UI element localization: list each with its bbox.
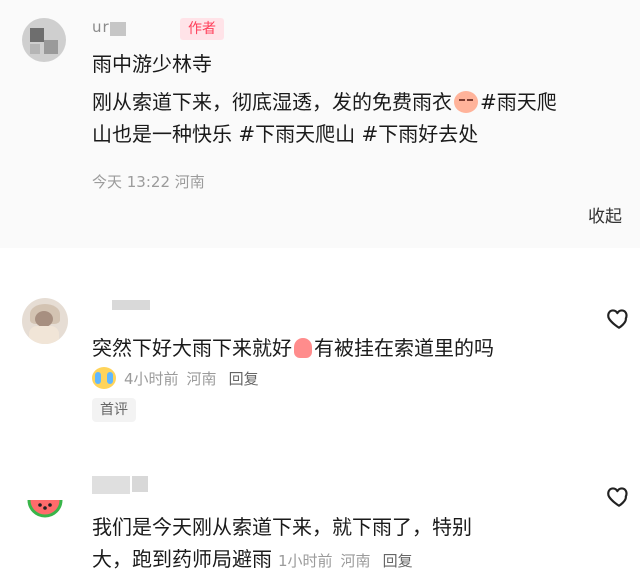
post-body-line: 刚从索道下来，彻底湿透，发的免费雨衣 #雨天爬 xyxy=(92,88,557,116)
post-container: ur 作者 雨中游少林寺 刚从索道下来，彻底湿透，发的免费雨衣 #雨天爬 山也是一… xyxy=(0,0,640,248)
author-badge: 作者 xyxy=(180,18,224,40)
sad-face-icon xyxy=(454,91,478,113)
hashtag-partial[interactable]: #雨天爬 xyxy=(480,90,557,114)
watermelon-icon xyxy=(22,480,68,526)
first-comment-badge: 首评 xyxy=(92,398,136,422)
reply-button[interactable]: 回复 xyxy=(229,368,259,389)
avatar-blur-block xyxy=(30,44,40,54)
post-body-text: 刚从索道下来，彻底湿透，发的免费雨衣 xyxy=(92,90,452,114)
comment-location: 河南 xyxy=(340,552,371,570)
post-title: 雨中游少林寺 xyxy=(92,52,212,76)
author-name-blur xyxy=(110,22,126,36)
thumb-icon xyxy=(294,338,312,358)
comment-avatar[interactable] xyxy=(22,480,68,526)
comment-text-line: 我们是今天刚从索道下来，就下雨了，特别 xyxy=(92,515,472,539)
comment-text-line: 大，跑到药师局避雨 1小时前 河南 回复 xyxy=(92,545,413,575)
avatar-body xyxy=(29,326,59,344)
heart-icon[interactable] xyxy=(606,484,632,508)
author-avatar[interactable] xyxy=(22,18,66,62)
comment-text: 突然下好大雨下来就好 有被挂在索道里的吗 xyxy=(92,334,494,362)
comment-avatar[interactable] xyxy=(22,298,68,344)
section-divider xyxy=(0,248,640,262)
comment-location: 河南 xyxy=(186,369,217,388)
commenter-name-blur xyxy=(112,300,150,310)
comment-text-part: 有被挂在索道里的吗 xyxy=(314,336,494,360)
heart-icon[interactable] xyxy=(606,306,632,330)
reply-button[interactable]: 回复 xyxy=(383,552,413,570)
post-meta: 今天 13:22 河南 xyxy=(92,173,205,191)
post-body-line: 山也是一种快乐 #下雨天爬山 #下雨好去处 xyxy=(92,122,479,146)
comment-text-part: 突然下好大雨下来就好 xyxy=(92,336,292,360)
comment-text-part: 大，跑到药师局避雨 xyxy=(92,547,272,571)
commenter-name-blur xyxy=(92,476,130,494)
comment-time: 4小时前 xyxy=(124,369,179,388)
collapse-button[interactable]: 收起 xyxy=(588,202,622,227)
comment-time: 1小时前 xyxy=(278,552,333,570)
author-name[interactable]: ur xyxy=(92,18,110,36)
avatar-face xyxy=(35,311,53,327)
commenter-name-blur xyxy=(132,476,148,492)
crying-face-icon xyxy=(92,367,116,389)
avatar-blur-block xyxy=(44,40,58,54)
comment-meta: 4小时前 河南 回复 xyxy=(92,366,259,390)
avatar-blur-block xyxy=(30,28,44,42)
comment-meta: 1小时前 河南 回复 xyxy=(278,552,413,570)
